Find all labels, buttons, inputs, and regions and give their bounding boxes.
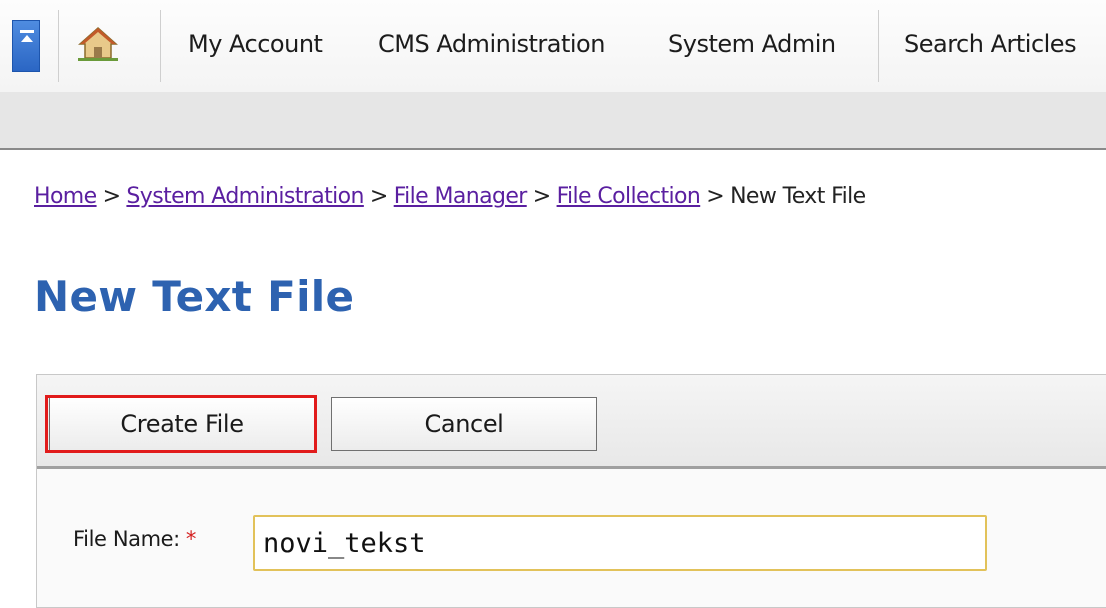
file-name-label: File Name: *	[73, 527, 196, 551]
breadcrumb-separator: >	[706, 184, 725, 209]
top-nav-bar: My Account CMS Administration System Adm…	[0, 0, 1106, 93]
breadcrumb-file-manager[interactable]: File Manager	[394, 184, 528, 209]
nav-system-admin[interactable]: System Admin	[668, 30, 836, 58]
breadcrumb-home[interactable]: Home	[34, 184, 97, 209]
nav-search-articles[interactable]: Search Articles	[904, 30, 1077, 58]
create-file-button[interactable]: Create File	[49, 397, 315, 451]
breadcrumb-separator: >	[532, 184, 551, 209]
breadcrumb: Home > System Administration > File Manager >…	[34, 184, 866, 209]
file-name-label-text: File Name:	[73, 527, 180, 551]
file-name-input[interactable]	[253, 515, 987, 571]
form-toolbar: Create File Cancel	[37, 375, 1106, 469]
breadcrumb-separator: >	[369, 184, 388, 209]
breadcrumb-current: New Text File	[730, 184, 866, 209]
nav-my-account[interactable]: My Account	[188, 30, 323, 58]
nav-cms-administration[interactable]: CMS Administration	[378, 30, 605, 58]
breadcrumb-file-collection[interactable]: File Collection	[557, 184, 701, 209]
sub-nav-strip	[0, 92, 1106, 150]
breadcrumb-separator: >	[102, 184, 121, 209]
cancel-button[interactable]: Cancel	[331, 397, 597, 451]
page-title: New Text File	[34, 272, 355, 321]
nav-divider	[160, 10, 161, 82]
nav-divider	[878, 10, 879, 82]
required-marker: *	[185, 527, 197, 551]
home-button[interactable]	[76, 22, 120, 66]
form-panel: Create File Cancel File Name: *	[36, 374, 1106, 608]
collapse-toggle-button[interactable]	[12, 20, 40, 72]
collapse-arrow-icon	[20, 30, 34, 42]
home-icon	[78, 26, 118, 61]
nav-divider	[58, 10, 59, 82]
breadcrumb-system-administration[interactable]: System Administration	[126, 184, 364, 209]
